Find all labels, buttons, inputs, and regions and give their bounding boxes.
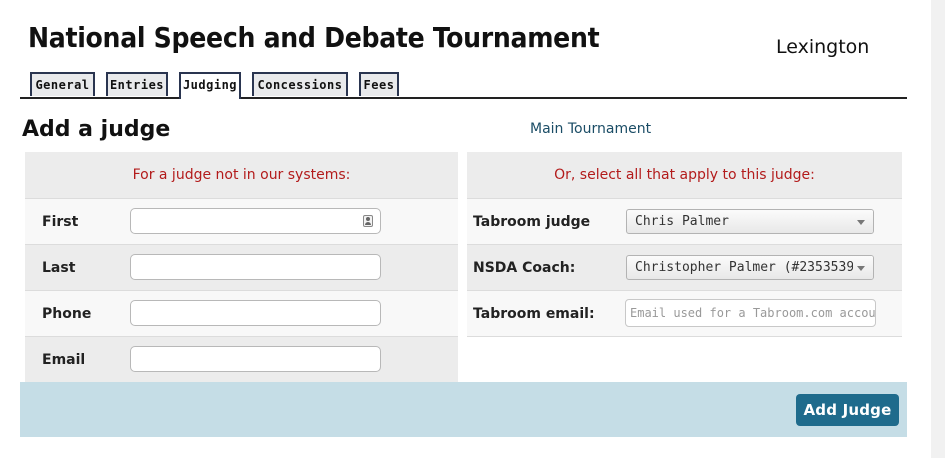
new-judge-panel: For a judge not in our systems: First La…: [25, 152, 458, 383]
first-name-label: First: [42, 214, 79, 230]
email-row: Email: [25, 337, 458, 383]
phone-row: Phone: [25, 291, 458, 337]
chevron-down-icon: [853, 256, 873, 279]
tab-general[interactable]: General: [30, 72, 95, 96]
tab-entries[interactable]: Entries: [106, 72, 168, 96]
nsda-coach-select[interactable]: Christopher Palmer (#2353539): [626, 255, 874, 280]
email-field[interactable]: [130, 346, 381, 372]
main-tournament-link[interactable]: Main Tournament: [530, 121, 651, 137]
page-title: National Speech and Debate Tournament: [28, 21, 600, 54]
email-label: Email: [42, 352, 86, 368]
tabroom-email-field[interactable]: Email used for a Tabroom.com account: [625, 299, 876, 327]
tabroom-judge-row: Tabroom judge Chris Palmer: [467, 199, 902, 245]
contact-card-icon[interactable]: [363, 215, 373, 227]
section-title: Add a judge: [22, 117, 171, 142]
new-judge-heading: For a judge not in our systems:: [25, 152, 458, 199]
phone-field[interactable]: [130, 300, 381, 326]
tabroom-email-label: Tabroom email:: [473, 306, 595, 322]
last-name-row: Last: [25, 245, 458, 291]
phone-label: Phone: [42, 306, 92, 322]
tabroom-email-row: Tabroom email: Email used for a Tabroom.…: [467, 291, 902, 337]
first-name-row: First: [25, 199, 458, 245]
tab-fees[interactable]: Fees: [359, 72, 399, 96]
tournament-location: Lexington: [776, 36, 870, 58]
last-name-field[interactable]: [130, 254, 381, 280]
tabroom-judge-select[interactable]: Chris Palmer: [626, 209, 874, 234]
nsda-coach-label: NSDA Coach:: [473, 260, 576, 276]
vertical-scrollbar[interactable]: [931, 0, 945, 458]
nsda-coach-row: NSDA Coach: Christopher Palmer (#2353539…: [467, 245, 902, 291]
last-name-label: Last: [42, 260, 76, 276]
tab-bar: General Entries Judging Concessions Fees: [20, 72, 907, 99]
existing-judge-heading: Or, select all that apply to this judge:: [467, 152, 902, 199]
add-judge-button[interactable]: Add Judge: [796, 394, 899, 426]
tab-judging[interactable]: Judging: [179, 72, 241, 99]
form-footer: Add Judge: [20, 382, 907, 437]
existing-judge-panel: Or, select all that apply to this judge:…: [467, 152, 902, 337]
tabroom-email-placeholder: Email used for a Tabroom.com account: [630, 306, 876, 320]
nsda-coach-value: Christopher Palmer (#2353539): [635, 260, 862, 275]
first-name-field[interactable]: [130, 208, 381, 234]
tabroom-judge-label: Tabroom judge: [473, 214, 591, 230]
tabroom-judge-value: Chris Palmer: [635, 214, 729, 229]
chevron-down-icon: [853, 210, 873, 233]
tab-concessions[interactable]: Concessions: [252, 72, 348, 96]
